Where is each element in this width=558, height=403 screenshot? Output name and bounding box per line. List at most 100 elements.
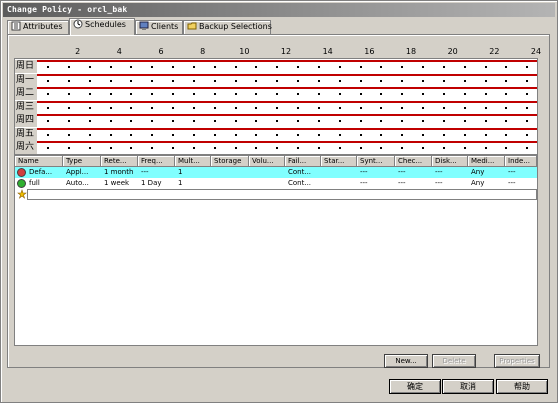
tab-backup-selections[interactable]: Backup Selections xyxy=(183,20,272,34)
hour-tick xyxy=(359,93,362,95)
column-header[interactable]: Medi... xyxy=(468,156,505,167)
table-cell: --- xyxy=(360,179,368,187)
ok-button[interactable]: 确定 xyxy=(389,379,441,394)
hour-tick xyxy=(255,66,258,68)
hour-tick xyxy=(213,133,216,136)
hour-tick xyxy=(130,120,133,122)
hour-tick xyxy=(151,79,154,82)
schedule-days-grid[interactable]: 周日 周一 周二 周三 周四 周五 周六 xyxy=(14,58,538,157)
hour-tick xyxy=(484,147,487,149)
hour-tick xyxy=(151,147,154,149)
column-header[interactable]: Star... xyxy=(321,156,357,167)
schedule-day-row[interactable]: 周一 xyxy=(15,73,537,87)
new-row-input[interactable] xyxy=(27,189,537,200)
hour-tick xyxy=(47,106,49,109)
table-cell: --- xyxy=(435,168,443,176)
table-cell: Cont... xyxy=(288,168,312,176)
schedule-day-row[interactable]: 周日 xyxy=(15,60,537,73)
cancel-button[interactable]: 取消 xyxy=(442,379,494,394)
schedule-day-row[interactable]: 周四 xyxy=(15,114,537,127)
hour-ticks xyxy=(37,66,537,72)
delete-button[interactable]: Delete xyxy=(432,354,476,368)
hour-tick xyxy=(234,106,237,109)
hour-tick xyxy=(172,93,174,95)
column-header[interactable]: Storage xyxy=(211,156,249,167)
table-row[interactable]: Defa... Appl... 1 month --- 1 Cont... --- --- --… xyxy=(15,167,537,178)
column-header[interactable]: Inde... xyxy=(505,156,537,167)
hour-tick xyxy=(234,93,237,95)
table-cell: 1 month xyxy=(104,168,134,176)
schedules-table[interactable]: Name Type Rete... Freq... Mult... Storage Volu… xyxy=(14,155,538,346)
column-header[interactable]: Type xyxy=(63,156,101,167)
column-header[interactable]: Chec... xyxy=(395,156,432,167)
hour-label: 12 xyxy=(280,47,292,56)
hour-tick xyxy=(109,79,112,82)
hour-tick xyxy=(526,66,529,68)
hour-tick xyxy=(88,147,91,149)
hour-tick xyxy=(380,79,383,82)
hour-tick xyxy=(442,106,445,109)
tab-clients[interactable]: Clients xyxy=(135,20,183,34)
folder-icon xyxy=(187,21,197,31)
hour-tick xyxy=(234,79,237,82)
hour-tick xyxy=(422,133,424,136)
hour-tick xyxy=(213,147,216,149)
column-header[interactable]: Freq... xyxy=(138,156,175,167)
hour-tick xyxy=(526,79,529,82)
hour-label: 18 xyxy=(405,47,417,56)
hour-tick xyxy=(359,106,362,109)
properties-button[interactable]: Properties xyxy=(494,354,540,368)
column-header[interactable]: Disk... xyxy=(432,156,468,167)
table-cell xyxy=(321,167,357,178)
schedule-day-row[interactable]: 周六 xyxy=(15,141,537,154)
table-cell xyxy=(321,178,357,189)
new-button[interactable]: New... xyxy=(384,354,428,368)
hour-tick xyxy=(192,120,195,122)
table-cell: --- xyxy=(508,168,516,176)
tab-attributes[interactable]: Attributes xyxy=(7,20,69,34)
table-cell: --- xyxy=(141,168,149,176)
new-row-star-icon xyxy=(17,189,27,200)
table-header: Name Type Rete... Freq... Mult... Storage Volu… xyxy=(15,156,537,167)
column-header[interactable]: Rete... xyxy=(101,156,138,167)
hour-tick xyxy=(213,93,216,95)
hour-tick xyxy=(297,93,299,95)
hour-ticks xyxy=(37,93,537,99)
hour-tick xyxy=(213,66,216,68)
hour-tick xyxy=(130,133,133,136)
hour-tick xyxy=(297,133,299,136)
hour-ticks xyxy=(37,106,537,113)
table-cell: 1 Day xyxy=(141,179,162,187)
new-schedule-row[interactable] xyxy=(15,189,537,200)
hour-tick xyxy=(338,66,341,68)
hour-axis: 2 4 6 8 10 12 14 16 18 20 22 24 xyxy=(36,47,541,57)
schedule-day-row[interactable]: 周二 xyxy=(15,87,537,100)
column-header[interactable]: Name xyxy=(15,156,63,167)
hour-tick xyxy=(192,79,195,82)
day-label: 周五 xyxy=(15,127,37,141)
hour-tick xyxy=(359,133,362,136)
tab-schedules[interactable]: Schedules xyxy=(69,18,135,35)
schedule-window-line xyxy=(37,100,537,103)
hour-tick xyxy=(359,120,362,122)
table-row[interactable]: full Auto... 1 week 1 Day 1 Cont... --- --- --- A… xyxy=(15,178,537,189)
hour-label: 20 xyxy=(447,47,458,56)
clock-icon xyxy=(73,19,83,29)
column-header[interactable]: Fail... xyxy=(285,156,321,167)
hour-tick xyxy=(88,93,91,95)
day-label: 周二 xyxy=(15,87,37,100)
tab-backup-selections-label: Backup Selections xyxy=(199,22,272,31)
hour-tick xyxy=(192,133,195,136)
schedule-day-row[interactable]: 周五 xyxy=(15,127,537,141)
hour-tick xyxy=(338,147,341,149)
column-header[interactable]: Volu... xyxy=(249,156,285,167)
hour-tick xyxy=(67,133,70,136)
hour-tick xyxy=(192,93,195,95)
day-label: 周日 xyxy=(15,60,37,73)
column-header[interactable]: Synt... xyxy=(357,156,395,167)
table-cell: Cont... xyxy=(288,179,312,187)
help-button[interactable]: 帮助 xyxy=(496,379,548,394)
hour-tick xyxy=(526,93,529,95)
column-header[interactable]: Mult... xyxy=(175,156,211,167)
schedule-day-row[interactable]: 周三 xyxy=(15,100,537,114)
